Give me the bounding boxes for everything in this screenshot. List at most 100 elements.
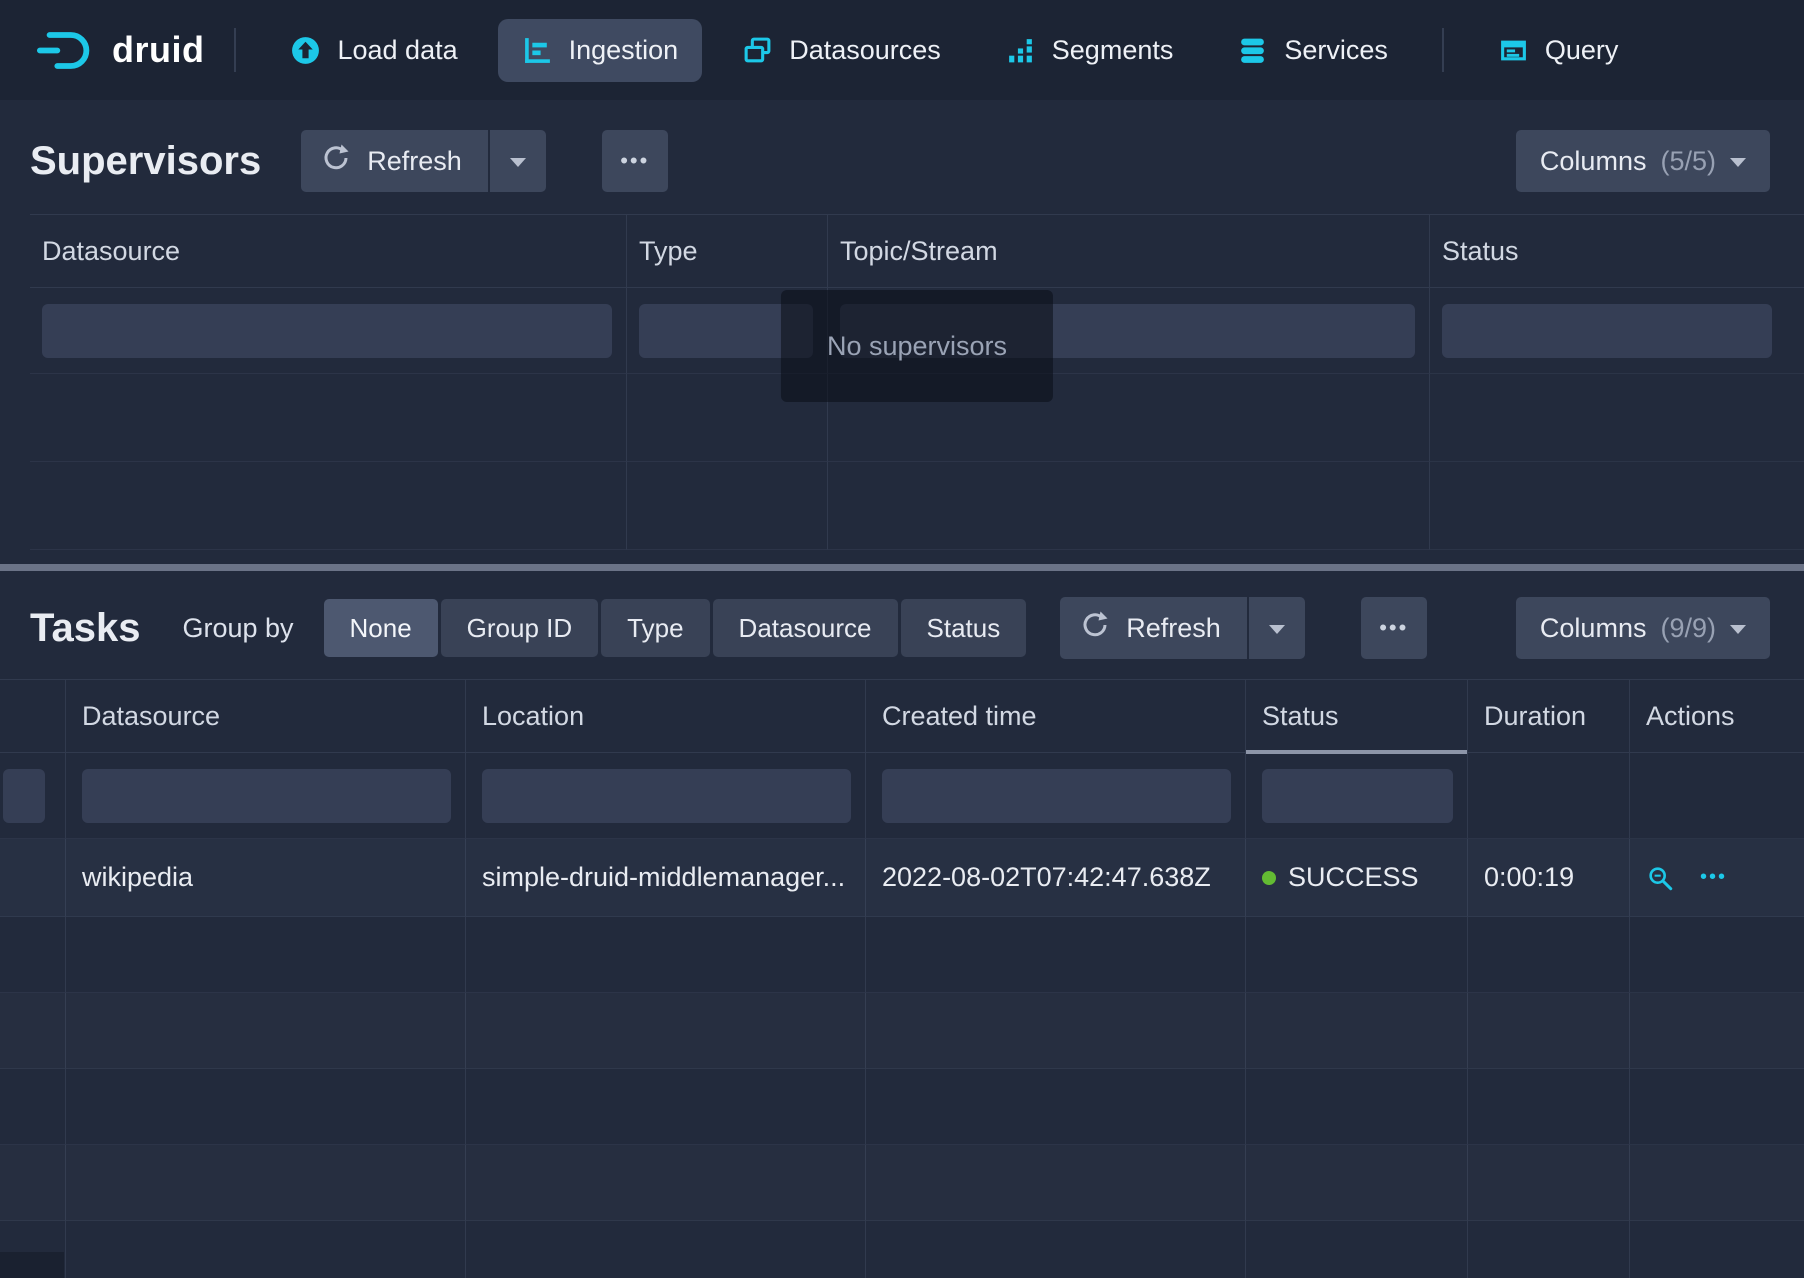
supervisors-refresh-button[interactable]: Refresh	[301, 130, 488, 192]
task-status: SUCCESS	[1288, 862, 1419, 893]
supervisors-header: Supervisors Refresh ••• Columns (5/5)	[30, 130, 1770, 192]
refresh-label: Refresh	[367, 146, 462, 177]
empty-table-row	[0, 1069, 1804, 1145]
filter-status-input[interactable]	[1442, 304, 1772, 358]
filter-datasource-input[interactable]	[82, 769, 451, 823]
task-status-cell: SUCCESS	[1246, 839, 1468, 917]
task-location: simple-druid-middlemanager...	[482, 862, 845, 893]
column-header-datasource[interactable]: Datasource	[30, 214, 627, 288]
chevron-down-icon	[1269, 625, 1285, 634]
chevron-down-icon	[1730, 625, 1746, 634]
refresh-label: Refresh	[1126, 613, 1221, 644]
tasks-more-button[interactable]: •••	[1361, 597, 1427, 659]
columns-count: (5/5)	[1660, 146, 1716, 177]
horizontal-scrollbar-corner[interactable]	[0, 1252, 64, 1278]
task-more-actions-icon[interactable]: •••	[1700, 866, 1727, 889]
tasks-filter-row	[0, 753, 1804, 839]
filter-status-input[interactable]	[1262, 769, 1453, 823]
column-header-status[interactable]: Status	[1246, 679, 1468, 753]
nav-item-ingestion[interactable]: Ingestion	[498, 19, 703, 82]
columns-label: Columns	[1540, 146, 1647, 177]
nav-item-label: Load data	[337, 35, 457, 66]
tasks-refresh-button[interactable]: Refresh	[1060, 597, 1247, 659]
supervisors-title: Supervisors	[30, 139, 261, 184]
more-icon: •••	[1379, 615, 1408, 641]
columns-count: (9/9)	[1660, 613, 1716, 644]
nav-item-label: Segments	[1052, 35, 1174, 66]
empty-table-row	[0, 917, 1804, 993]
column-header-type[interactable]: Type	[627, 214, 828, 288]
magnifier-detail-icon[interactable]	[1646, 864, 1674, 892]
logo-text: druid	[112, 29, 204, 71]
nav-item-label: Datasources	[789, 35, 941, 66]
empty-table-row	[0, 1221, 1804, 1278]
column-header-location[interactable]: Location	[466, 679, 866, 753]
success-status-dot	[1262, 871, 1276, 885]
filter-created-time-input[interactable]	[882, 769, 1231, 823]
tasks-table-header: Datasource Location Created time Status …	[0, 679, 1804, 753]
nav-item-label: Services	[1284, 35, 1388, 66]
bar-chart-icon	[1005, 35, 1036, 66]
column-header-topic-stream[interactable]: Topic/Stream	[828, 214, 1430, 288]
empty-table-row	[0, 993, 1804, 1069]
druid-console: druid Load data Ingestion	[0, 0, 1804, 1278]
column-header-duration[interactable]: Duration	[1468, 679, 1630, 753]
group-by-datasource-button[interactable]: Datasource	[713, 599, 898, 657]
column-header-status[interactable]: Status	[1430, 214, 1804, 288]
nav-item-datasources[interactable]: Datasources	[718, 19, 965, 82]
section-resize-splitter[interactable]	[0, 564, 1804, 571]
ingestion-chart-icon	[522, 35, 553, 66]
column-header-actions[interactable]: Actions	[1630, 679, 1804, 753]
tasks-header: Tasks Group by None Group ID Type Dataso…	[30, 597, 1770, 659]
upload-icon	[290, 35, 321, 66]
druid-logo[interactable]: druid	[36, 29, 204, 72]
nav-divider	[1442, 28, 1444, 72]
tasks-title: Tasks	[30, 606, 140, 651]
column-header-datasource[interactable]: Datasource	[66, 679, 466, 753]
supervisors-table-header: Datasource Type Topic/Stream Status	[30, 214, 1804, 288]
nav-item-load-data[interactable]: Load data	[266, 19, 481, 82]
layers-icon	[742, 35, 773, 66]
group-by-none-button[interactable]: None	[324, 599, 438, 657]
nav-item-query[interactable]: Query	[1474, 19, 1643, 82]
druid-logo-icon	[36, 29, 98, 72]
task-datasource: wikipedia	[66, 839, 466, 917]
nav-item-label: Query	[1545, 35, 1619, 66]
main-nav: druid Load data Ingestion	[0, 0, 1804, 100]
console-icon	[1498, 35, 1529, 66]
group-by-type-button[interactable]: Type	[601, 599, 709, 657]
columns-label: Columns	[1540, 613, 1647, 644]
filter-stub-input[interactable]	[3, 769, 45, 823]
refresh-icon	[1080, 610, 1110, 647]
nav-item-services[interactable]: Services	[1213, 19, 1412, 82]
group-by-group-id-button[interactable]: Group ID	[441, 599, 599, 657]
supervisors-columns-button[interactable]: Columns (5/5)	[1516, 130, 1770, 192]
supervisors-table: Datasource Type Topic/Stream Status No s…	[30, 214, 1804, 550]
tasks-refresh-interval-button[interactable]	[1249, 597, 1305, 659]
no-supervisors-message: No supervisors	[781, 290, 1053, 402]
empty-table-row	[30, 462, 1804, 550]
task-row-wikipedia[interactable]: wikipedia simple-druid-middlemanager... …	[0, 839, 1804, 917]
refresh-icon	[321, 143, 351, 180]
tasks-table: Datasource Location Created time Status …	[0, 679, 1804, 1278]
filter-datasource-input[interactable]	[42, 304, 612, 358]
more-icon: •••	[620, 148, 649, 174]
supervisors-more-button[interactable]: •••	[602, 130, 668, 192]
supervisors-refresh-interval-button[interactable]	[490, 130, 546, 192]
task-duration: 0:00:19	[1468, 839, 1630, 917]
task-created-time: 2022-08-02T07:42:47.638Z	[866, 839, 1246, 917]
column-header-stub	[0, 679, 66, 753]
empty-table-row	[0, 1145, 1804, 1221]
group-by-status-button[interactable]: Status	[901, 599, 1027, 657]
nav-divider	[234, 28, 236, 72]
tasks-columns-button[interactable]: Columns (9/9)	[1516, 597, 1770, 659]
nav-item-label: Ingestion	[569, 35, 679, 66]
chevron-down-icon	[510, 158, 526, 167]
chevron-down-icon	[1730, 158, 1746, 167]
nav-item-segments[interactable]: Segments	[981, 19, 1198, 82]
group-by-label: Group by	[182, 613, 293, 644]
group-by-segmented-control: None Group ID Type Datasource Status	[324, 599, 1027, 657]
filter-location-input[interactable]	[482, 769, 851, 823]
task-actions-cell: •••	[1630, 839, 1804, 917]
column-header-created-time[interactable]: Created time	[866, 679, 1246, 753]
